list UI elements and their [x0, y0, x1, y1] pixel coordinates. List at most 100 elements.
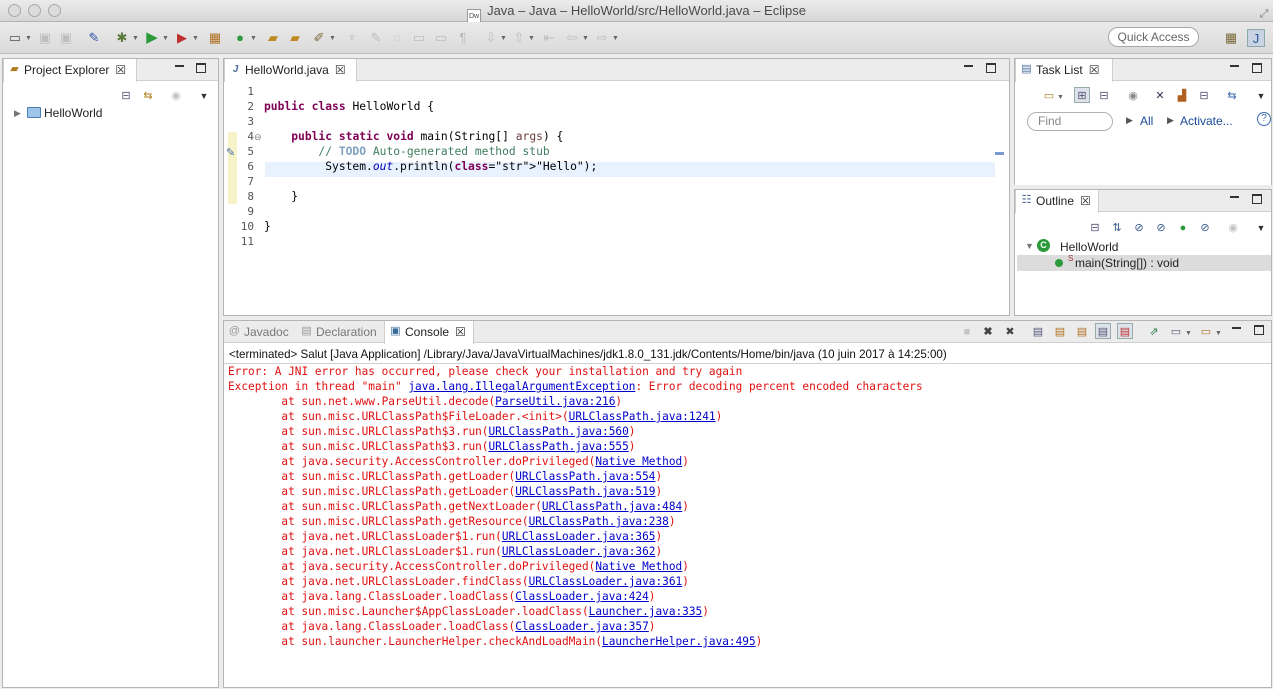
collapse-all-icon[interactable]: ⊟: [118, 88, 134, 104]
minimize-icon[interactable]: [1230, 196, 1239, 198]
debug-icon[interactable]: ✱: [113, 29, 131, 47]
java-perspective-icon[interactable]: J: [1247, 29, 1265, 47]
back-dropdown-icon[interactable]: ▼: [582, 29, 589, 47]
outline-item-class[interactable]: ▼ C HelloWorld: [1015, 238, 1271, 255]
clear-console-icon[interactable]: ▤: [1030, 324, 1046, 340]
activate-task-link[interactable]: Activate...: [1180, 114, 1233, 128]
stack-trace-link[interactable]: URLClassPath.java:484: [542, 500, 682, 513]
stack-trace-link[interactable]: ClassLoader.java:357: [515, 620, 649, 633]
new-java-project-icon[interactable]: ▦: [206, 29, 224, 47]
stack-trace-link[interactable]: Launcher.java:335: [589, 605, 703, 618]
minimize-window-button[interactable]: [28, 4, 41, 17]
close-tab-icon[interactable]: ☒: [1080, 190, 1091, 212]
stack-trace-link[interactable]: URLClassPath.java:238: [529, 515, 669, 528]
close-tab-icon[interactable]: ☒: [335, 59, 346, 81]
terminate-icon[interactable]: ■: [959, 324, 975, 340]
new-dropdown-icon[interactable]: ▼: [25, 29, 32, 47]
open-task-icon[interactable]: ▰: [286, 29, 304, 47]
stack-trace-link[interactable]: java.lang.IllegalArgumentException: [408, 380, 635, 393]
new-icon[interactable]: ▭: [6, 29, 24, 47]
debug-dropdown-icon[interactable]: ▼: [132, 29, 139, 47]
link-task-icon[interactable]: ⇆: [1224, 88, 1240, 104]
run-dropdown-icon[interactable]: ▼: [162, 29, 169, 47]
hide-static-icon[interactable]: ⊘: [1153, 220, 1169, 236]
editor-text[interactable]: 1 2 3 4 5 6 7 8 9 10 11 public class Hel…: [224, 84, 994, 284]
show-whitespace-icon[interactable]: ¶: [454, 29, 472, 47]
stack-trace-link[interactable]: URLClassPath.java:560: [488, 425, 628, 438]
sort-icon[interactable]: ⇅: [1109, 220, 1125, 236]
tab-declaration[interactable]: ▤ Declaration: [296, 321, 384, 343]
tree-item-helloworld[interactable]: ▶ HelloWorld: [3, 105, 218, 122]
stack-trace-link[interactable]: Native Method: [595, 560, 682, 573]
tab-console[interactable]: ▣ Console ☒: [384, 321, 474, 344]
maximize-icon[interactable]: [1254, 325, 1264, 335]
annotation-icon[interactable]: ♆: [343, 29, 361, 47]
new-class-icon[interactable]: ●: [231, 29, 249, 47]
forward-dropdown-icon[interactable]: ▼: [612, 29, 619, 47]
word-wrap-icon[interactable]: ▤: [1074, 324, 1090, 340]
toggle-mark-icon[interactable]: ◌: [388, 29, 406, 47]
minimize-icon[interactable]: [1232, 327, 1241, 329]
new-class-dropdown-icon[interactable]: ▼: [250, 29, 257, 47]
next-annotation-icon[interactable]: ⇩: [482, 29, 500, 47]
stack-trace-link[interactable]: LauncherHelper.java:495: [602, 635, 756, 648]
stack-trace-link[interactable]: URLClassPath.java:555: [488, 440, 628, 453]
link-with-editor-icon[interactable]: ⇆: [140, 88, 156, 104]
close-window-button[interactable]: [8, 4, 21, 17]
overview-ruler-mark[interactable]: [995, 152, 1004, 155]
new-task-dropdown-icon[interactable]: ▼: [1057, 88, 1064, 106]
minimize-icon[interactable]: [175, 65, 184, 67]
focus-workweek-icon[interactable]: ▟: [1174, 88, 1190, 104]
close-tab-icon[interactable]: ☒: [1089, 59, 1100, 81]
previous-annotation-icon[interactable]: ⇧: [510, 29, 528, 47]
scroll-lock-icon[interactable]: ▤: [1052, 324, 1068, 340]
remove-launch-icon[interactable]: ✖: [980, 324, 996, 340]
tab-task-list[interactable]: ▤ Task List ☒: [1015, 59, 1113, 82]
open-type-icon[interactable]: ▰: [264, 29, 282, 47]
external-tools-icon[interactable]: ▶: [173, 29, 191, 47]
stack-trace-link[interactable]: URLClassLoader.java:362: [502, 545, 656, 558]
block-selection-icon[interactable]: ▭: [410, 29, 428, 47]
previous-annotation-dropdown-icon[interactable]: ▼: [528, 29, 535, 47]
show-on-stderr-icon[interactable]: ▤: [1117, 323, 1133, 339]
stack-trace-link[interactable]: URLClassPath.java:519: [515, 485, 655, 498]
scheduled-icon[interactable]: ⊟: [1096, 88, 1112, 104]
pin-console-icon[interactable]: ⇗: [1146, 324, 1162, 340]
stack-trace-link[interactable]: URLClassPath.java:1241: [569, 410, 716, 423]
stack-trace-link[interactable]: Native Method: [595, 455, 682, 468]
focus-icon[interactable]: ◉: [1225, 220, 1241, 236]
hide-local-types-icon[interactable]: ⊘: [1197, 220, 1213, 236]
maximize-icon[interactable]: [986, 63, 996, 73]
open-console-dropdown-icon[interactable]: ▼: [1215, 324, 1222, 342]
hide-fields-icon[interactable]: ⊘: [1131, 220, 1147, 236]
view-menu-icon[interactable]: ▼: [1253, 88, 1269, 104]
display-console-icon[interactable]: ▭: [1168, 324, 1184, 340]
display-console-dropdown-icon[interactable]: ▼: [1185, 324, 1192, 342]
all-filter-link[interactable]: All: [1140, 114, 1153, 128]
show-on-stdout-icon[interactable]: ▤: [1095, 323, 1111, 339]
stack-trace-link[interactable]: ParseUtil.java:216: [495, 395, 615, 408]
save-all-icon[interactable]: ▣: [57, 29, 75, 47]
hide-completed-icon[interactable]: ✕: [1152, 88, 1168, 104]
remove-all-terminated-icon[interactable]: ✖: [1002, 324, 1018, 340]
tab-project-explorer[interactable]: ▰ Project Explorer ☒: [3, 59, 137, 82]
save-icon[interactable]: ▣: [36, 29, 54, 47]
back-icon[interactable]: ⇦: [563, 29, 581, 47]
minimize-icon[interactable]: [964, 65, 973, 67]
stack-trace-link[interactable]: URLClassPath.java:554: [515, 470, 655, 483]
zoom-window-button[interactable]: [48, 4, 61, 17]
search-dropdown-icon[interactable]: ▼: [329, 29, 336, 47]
collapse-all-icon[interactable]: ⊟: [1196, 88, 1212, 104]
synchronize-icon[interactable]: ◉: [1125, 88, 1141, 104]
close-tab-icon[interactable]: ☒: [455, 321, 466, 343]
run-icon[interactable]: ▶: [143, 29, 161, 47]
hide-non-public-icon[interactable]: ●: [1175, 220, 1191, 236]
stack-trace-link[interactable]: ClassLoader.java:424: [515, 590, 649, 603]
open-perspective-icon[interactable]: ▦: [1222, 29, 1240, 47]
collapse-arrow-icon[interactable]: ▼: [1025, 241, 1034, 251]
forward-icon[interactable]: ⇨: [593, 29, 611, 47]
highlight-icon[interactable]: ✎: [367, 29, 385, 47]
tab-outline[interactable]: ☷ Outline ☒: [1015, 190, 1099, 213]
categorized-icon[interactable]: ⊞: [1074, 87, 1090, 103]
view-menu-icon[interactable]: ▼: [196, 88, 212, 104]
